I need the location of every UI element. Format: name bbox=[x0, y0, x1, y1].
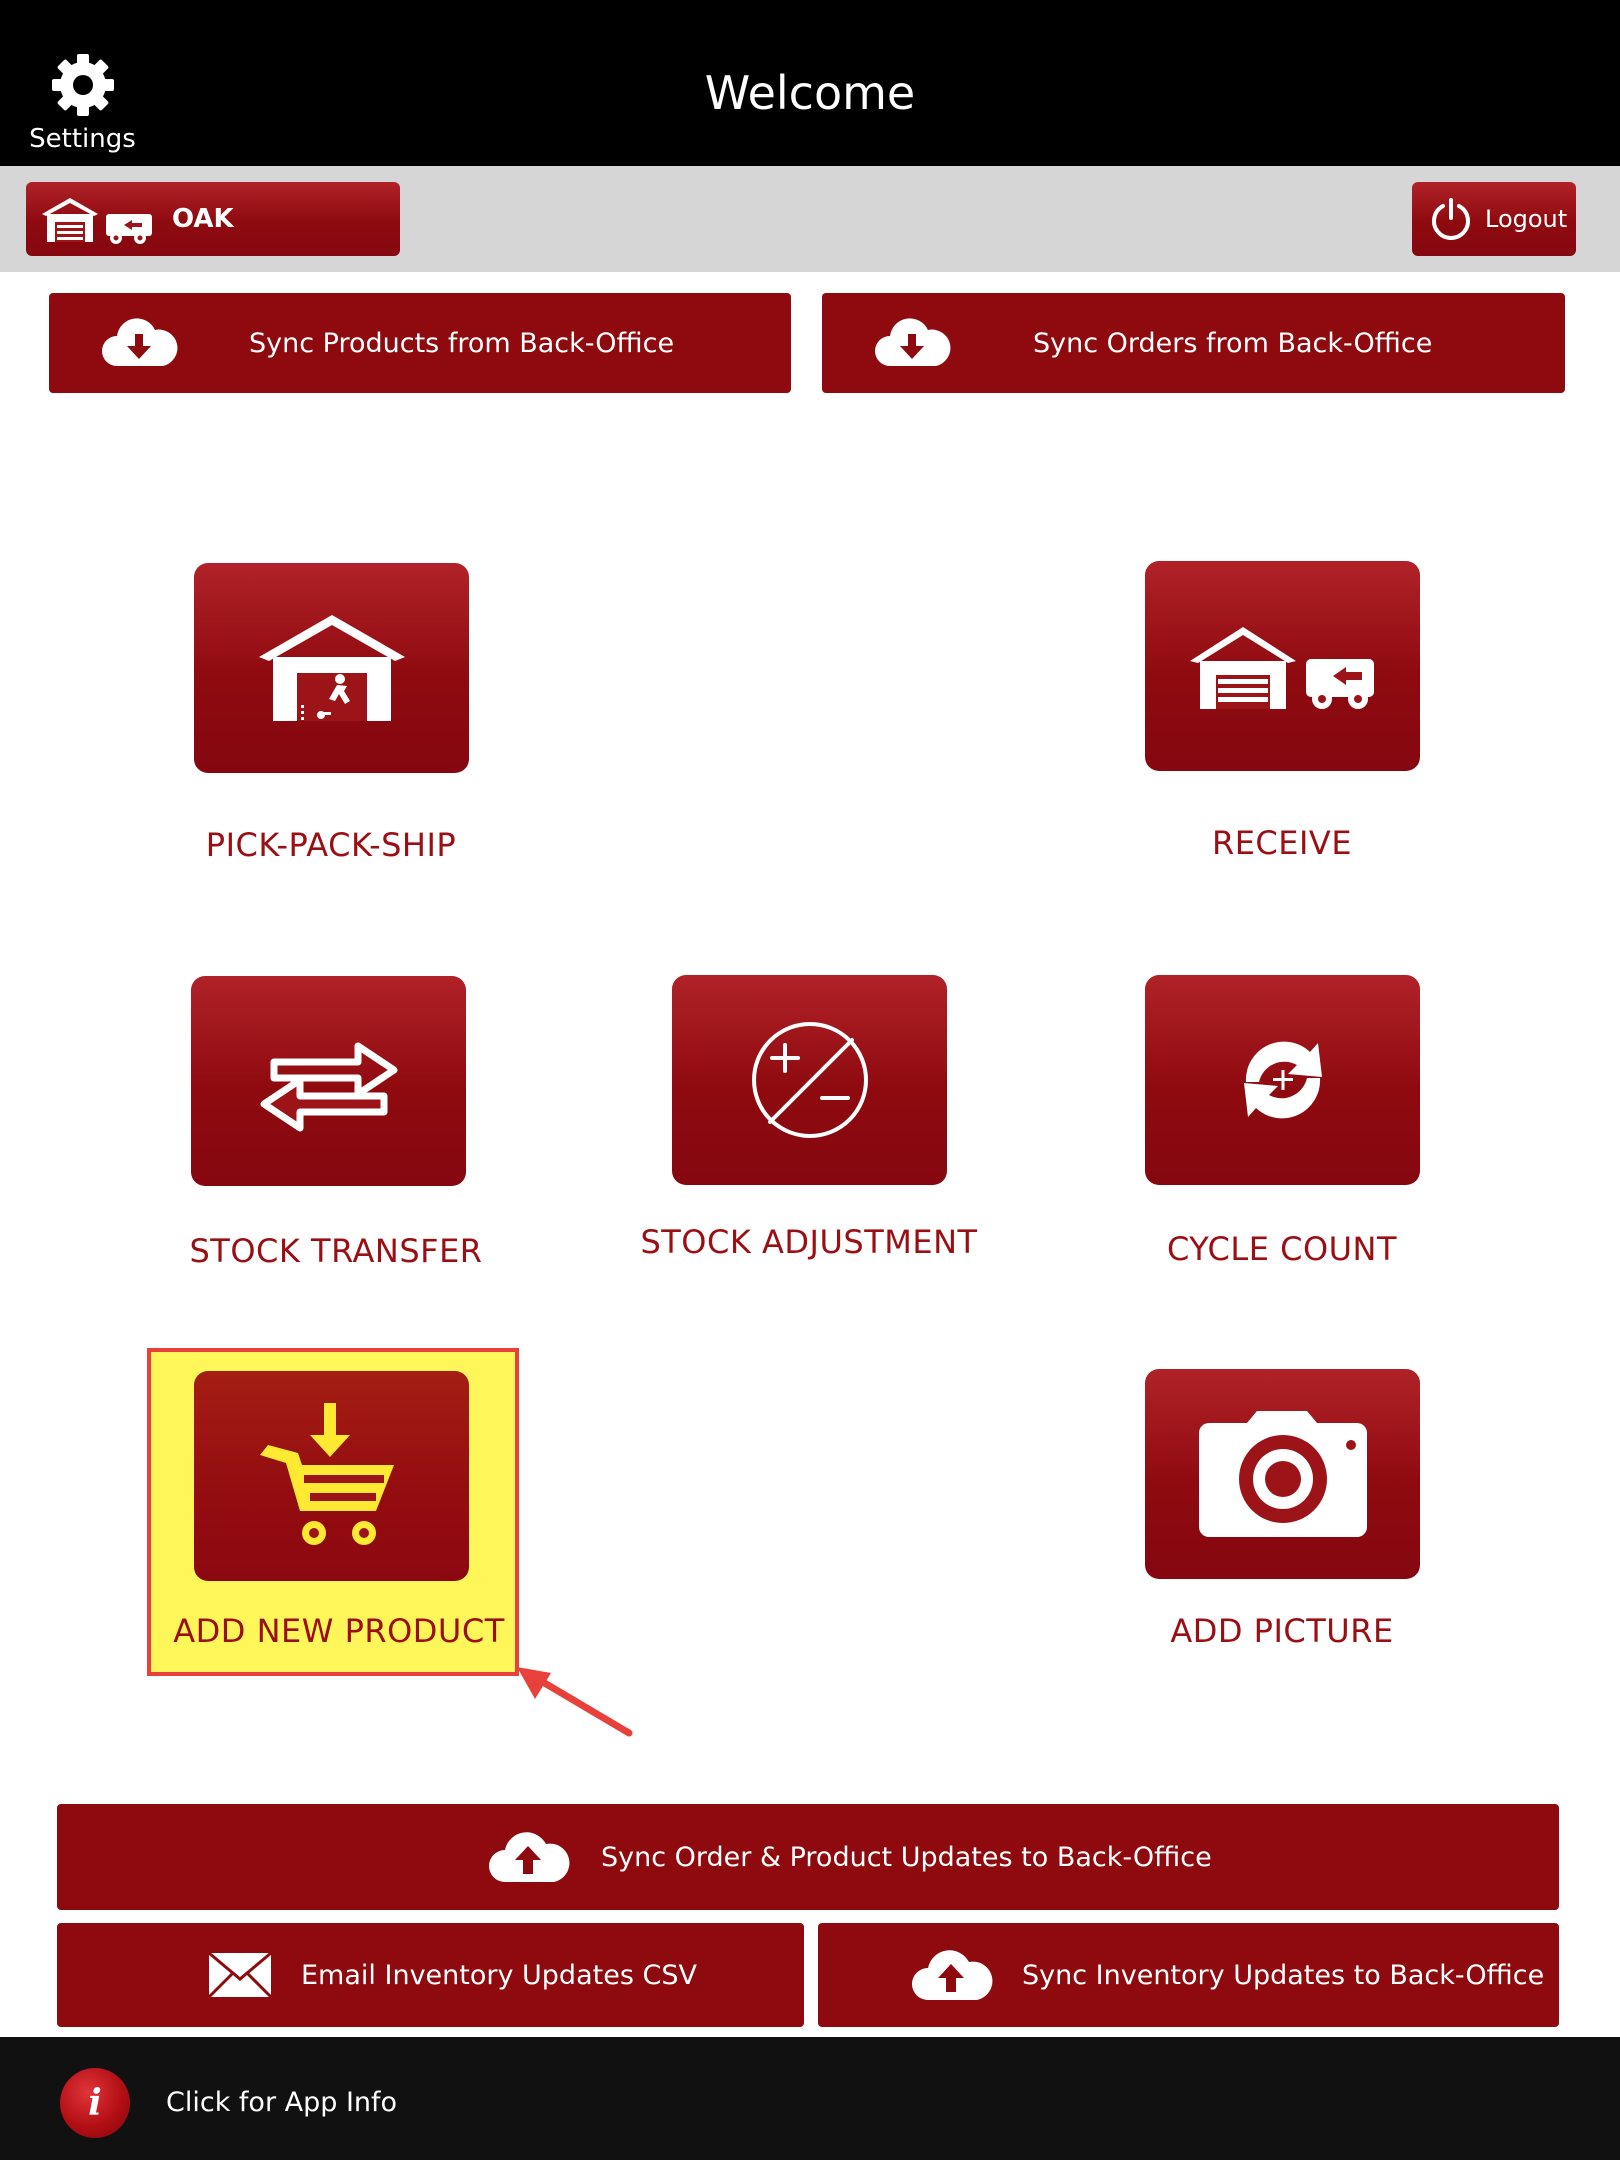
cloud-upload-icon bbox=[912, 1950, 993, 2000]
warehouse-worker-icon bbox=[258, 615, 405, 721]
logout-button[interactable]: Logout bbox=[1412, 182, 1576, 256]
add-new-product-tile[interactable] bbox=[194, 1371, 469, 1581]
transfer-arrows-icon bbox=[260, 1042, 397, 1132]
stock-adjustment-tile[interactable] bbox=[672, 975, 947, 1185]
sync-order-product-updates-label: Sync Order & Product Updates to Back-Off… bbox=[601, 1841, 1212, 1873]
cloud-download-icon bbox=[875, 318, 951, 366]
sync-inventory-updates-button[interactable]: Sync Inventory Updates to Back-Office bbox=[818, 1923, 1559, 2027]
logout-label: Logout bbox=[1485, 205, 1568, 233]
email-inventory-csv-button[interactable]: Email Inventory Updates CSV bbox=[57, 1923, 804, 2027]
receive-label: RECEIVE bbox=[1211, 824, 1353, 862]
email-icon bbox=[207, 1951, 273, 1999]
location-button[interactable]: OAK bbox=[26, 182, 400, 256]
stock-adjustment-label: STOCK ADJUSTMENT bbox=[640, 1223, 978, 1261]
warehouse-truck-icon bbox=[1189, 627, 1374, 709]
cart-download-icon bbox=[259, 1403, 394, 1545]
cycle-count-tile[interactable] bbox=[1145, 975, 1420, 1185]
email-inventory-csv-label: Email Inventory Updates CSV bbox=[301, 1959, 697, 1991]
camera-icon bbox=[1198, 1411, 1367, 1537]
add-picture-tile[interactable] bbox=[1145, 1369, 1420, 1579]
warehouse-truck-icon bbox=[42, 198, 152, 244]
stock-transfer-label: STOCK TRANSFER bbox=[189, 1232, 483, 1270]
location-label: OAK bbox=[172, 204, 234, 234]
cloud-download-icon bbox=[102, 318, 178, 366]
cloud-upload-icon bbox=[489, 1832, 570, 1882]
settings-button[interactable]: Settings bbox=[20, 52, 145, 162]
sync-inventory-updates-label: Sync Inventory Updates to Back-Office bbox=[1022, 1959, 1545, 1991]
annotation-arrow bbox=[517, 1667, 633, 1737]
plus-minus-icon bbox=[751, 1022, 868, 1138]
info-icon[interactable]: i bbox=[60, 2068, 130, 2138]
add-new-product-label: ADD NEW PRODUCT bbox=[173, 1612, 505, 1650]
sync-products-button[interactable]: Sync Products from Back-Office bbox=[49, 293, 791, 393]
sync-products-label: Sync Products from Back-Office bbox=[249, 327, 675, 359]
sync-orders-button[interactable]: Sync Orders from Back-Office bbox=[822, 293, 1565, 393]
settings-label: Settings bbox=[29, 124, 136, 154]
cycle-count-label: CYCLE COUNT bbox=[1166, 1230, 1398, 1268]
page-title: Welcome bbox=[704, 66, 916, 120]
power-icon bbox=[1432, 198, 1470, 240]
pick-pack-ship-tile[interactable] bbox=[194, 563, 469, 773]
add-picture-label: ADD PICTURE bbox=[1170, 1612, 1394, 1650]
cycle-count-icon bbox=[1243, 1041, 1322, 1119]
pick-pack-ship-label: PICK-PACK-SHIP bbox=[205, 826, 457, 864]
receive-tile[interactable] bbox=[1145, 561, 1420, 771]
sync-order-product-updates-button[interactable]: Sync Order & Product Updates to Back-Off… bbox=[57, 1804, 1559, 1910]
stock-transfer-tile[interactable] bbox=[191, 976, 466, 1186]
sync-orders-label: Sync Orders from Back-Office bbox=[1033, 327, 1433, 359]
app-info-link[interactable]: Click for App Info bbox=[166, 2068, 397, 2138]
gear-icon bbox=[51, 54, 114, 116]
